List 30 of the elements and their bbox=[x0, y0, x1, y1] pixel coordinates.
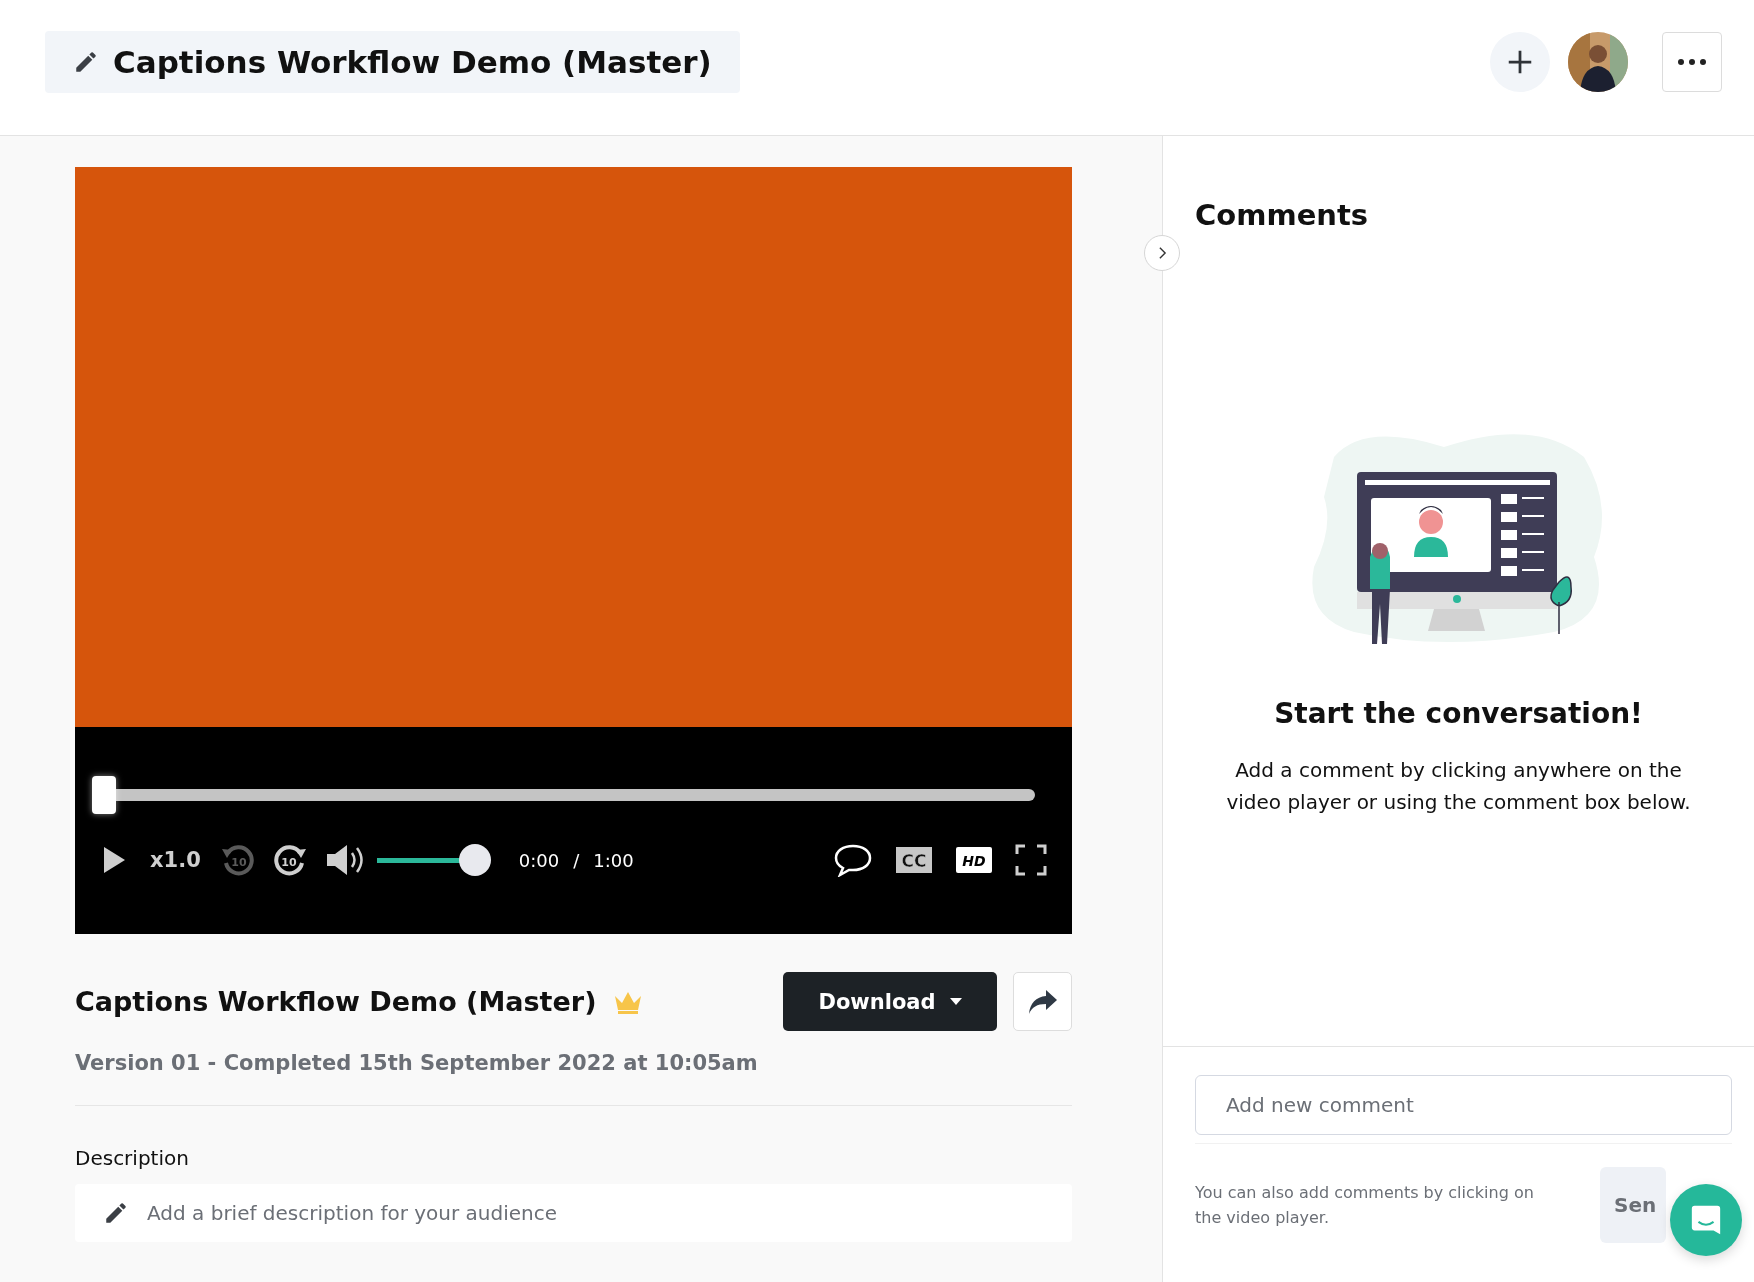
description-label: Description bbox=[75, 1146, 190, 1170]
comments-heading: Comments bbox=[1195, 198, 1369, 232]
version-info: Version 01 - Completed 15th September 2022 at 10:05am bbox=[75, 1051, 759, 1075]
comment-field[interactable]: Add new comment bbox=[1195, 1075, 1732, 1135]
duration: 1:00 bbox=[593, 849, 634, 871]
more-button[interactable] bbox=[1662, 31, 1722, 92]
speed-button[interactable]: x1.0 bbox=[150, 848, 201, 872]
more-icon bbox=[1677, 57, 1707, 66]
title-field[interactable]: Captions Workflow Demo (Master) bbox=[45, 30, 740, 93]
chat-icon bbox=[1689, 1203, 1723, 1237]
current-time: 0:00 bbox=[518, 849, 560, 871]
empty-state-text: Add a comment by clicking anywhere on the video player or using the comment box below. bbox=[1225, 757, 1692, 816]
description-field[interactable]: Add a brief description for your audience bbox=[75, 1184, 1072, 1242]
share-button[interactable] bbox=[1013, 972, 1072, 1031]
comment-hint: You can also add comments by clicking on the video player. bbox=[1195, 1182, 1535, 1229]
download-button[interactable]: Download bbox=[783, 972, 997, 1031]
fullscreen-icon[interactable] bbox=[1015, 844, 1047, 876]
video-title: Captions Workflow Demo (Master) bbox=[75, 986, 597, 1017]
share-icon bbox=[1027, 988, 1058, 1015]
send-button[interactable]: Sen bbox=[1600, 1167, 1666, 1243]
play-icon[interactable] bbox=[102, 846, 126, 874]
comment-icon[interactable] bbox=[833, 843, 873, 877]
volume-icon[interactable] bbox=[324, 843, 365, 877]
caret-icon bbox=[949, 997, 962, 1006]
captions-icon[interactable]: CC bbox=[895, 846, 933, 874]
hd-icon[interactable]: HD bbox=[955, 846, 993, 874]
progress-handle[interactable] bbox=[92, 776, 116, 814]
time-separator: / bbox=[573, 849, 580, 871]
empty-state-title: Start the conversation! bbox=[1274, 697, 1643, 730]
chevron-icon bbox=[1157, 246, 1167, 260]
